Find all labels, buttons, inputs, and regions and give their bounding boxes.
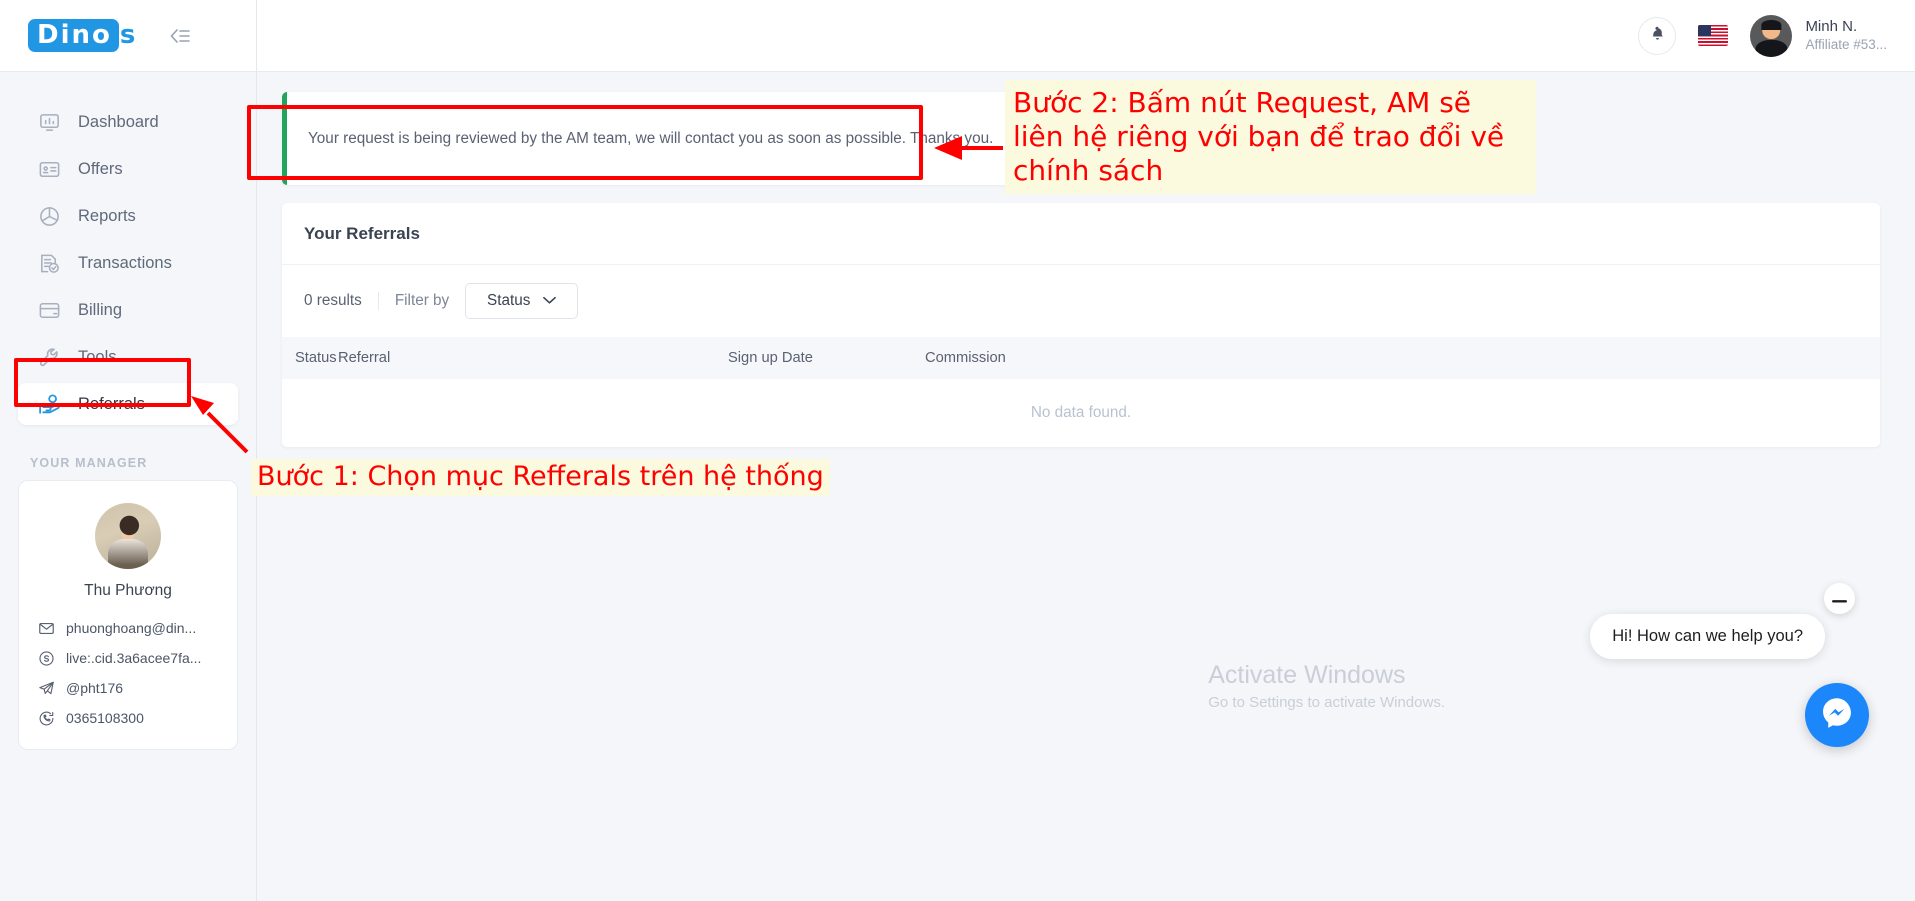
sidebar-item-offers[interactable]: Offers (18, 148, 238, 190)
messenger-icon (1818, 694, 1856, 737)
filter-bar: 0 results Filter by Status (282, 265, 1880, 337)
manager-card: Thu Phương phuonghoang@din... live:.cid.… (18, 480, 238, 750)
manager-contact-email[interactable]: phuonghoang@din... (33, 613, 223, 643)
contact-value: phuonghoang@din... (66, 620, 197, 636)
collapse-sidebar-icon[interactable] (165, 21, 195, 51)
page-title: Your Referrals (282, 203, 1880, 265)
transactions-icon (36, 250, 62, 276)
windows-activation-watermark: Activate Windows Go to Settings to activ… (1208, 661, 1445, 711)
sidebar-item-reports[interactable]: Reports (18, 195, 238, 237)
sidebar-header: Dino s (0, 0, 256, 72)
sidebar-item-billing[interactable]: Billing (18, 289, 238, 331)
status-alert-message: Your request is being reviewed by the AM… (308, 129, 994, 147)
column-header-referral: Referral (338, 350, 391, 366)
filter-by-label: Filter by (394, 292, 450, 309)
sidebar-item-referrals[interactable]: Referrals (18, 383, 238, 425)
results-count: 0 results (304, 292, 379, 310)
mail-icon (37, 619, 55, 637)
sidebar-item-label: Offers (78, 159, 123, 178)
watermark-subtitle: Go to Settings to activate Windows. (1208, 694, 1445, 711)
sidebar-item-dashboard[interactable]: Dashboard (18, 101, 238, 143)
us-flag-icon[interactable] (1698, 25, 1729, 46)
avatar (1750, 14, 1793, 57)
billing-icon (36, 297, 62, 323)
status-alert: Your request is being reviewed by the AM… (282, 92, 1137, 185)
column-header-signup-date: Sign up Date (728, 350, 813, 366)
manager-name: Thu Phương (84, 582, 172, 599)
dashboard-icon (36, 109, 62, 135)
offers-icon (36, 156, 62, 182)
chat-greeting-bubble[interactable]: Hi! How can we help you? (1590, 614, 1825, 659)
contact-value: live:.cid.3a6acee7fa... (66, 650, 202, 666)
manager-contact-whatsapp[interactable]: 0365108300 (33, 703, 223, 733)
sidebar-item-label: Tools (78, 347, 117, 366)
column-header-status: Status (295, 350, 337, 366)
minus-icon (1832, 590, 1847, 608)
chat-minimize-button[interactable] (1824, 583, 1855, 614)
watermark-title: Activate Windows (1208, 661, 1406, 689)
app-root: Dino s Dashboard Offers Reports Transact… (0, 0, 1915, 901)
whatsapp-icon (37, 709, 55, 727)
status-filter-value: Status (487, 292, 531, 309)
user-name: Minh N. (1805, 17, 1858, 35)
sidebar-item-transactions[interactable]: Transactions (18, 242, 238, 284)
sidebar-item-label: Dashboard (78, 112, 159, 131)
sidebar-item-tools[interactable]: Tools (18, 336, 238, 378)
reports-icon (36, 203, 62, 229)
manager-avatar (95, 503, 161, 569)
app-logo[interactable]: Dino s (28, 19, 135, 52)
column-header-commission: Commission (925, 350, 1006, 366)
table-empty-state: No data found. (1030, 404, 1132, 421)
sidebar-item-label: Billing (78, 300, 123, 319)
tools-icon (36, 344, 62, 370)
logo-suffix: s (119, 20, 136, 50)
status-filter-select[interactable]: Status (465, 283, 579, 319)
sidebar-item-label: Referrals (78, 394, 145, 413)
sidebar: Dino s Dashboard Offers Reports Transact… (0, 0, 257, 901)
user-affiliate-id: Affiliate #53... (1805, 37, 1887, 53)
skype-icon (37, 649, 55, 667)
chat-launcher-button[interactable] (1805, 683, 1869, 747)
manager-contact-telegram[interactable]: @pht176 (33, 673, 223, 703)
telegram-icon (37, 679, 55, 697)
topbar: Minh N. Affiliate #53... (257, 0, 1915, 72)
sidebar-item-label: Transactions (78, 253, 172, 272)
table-header: Status Referral Sign up Date Commission (282, 337, 1880, 379)
bell-icon (1649, 25, 1666, 47)
manager-section-label: YOUR MANAGER (30, 456, 148, 470)
contact-value: @pht176 (66, 680, 124, 696)
sidebar-nav: Dashboard Offers Reports Transactions Bi… (0, 72, 256, 425)
chevron-down-icon (543, 292, 557, 310)
logo-mark: Dino (28, 19, 119, 52)
contact-value: 0365108300 (66, 710, 144, 726)
user-menu[interactable]: Minh N. Affiliate #53... (1750, 14, 1887, 57)
manager-contact-skype[interactable]: live:.cid.3a6acee7fa... (33, 643, 223, 673)
sidebar-item-label: Reports (78, 206, 136, 225)
referrals-card: Your Referrals 0 results Filter by Statu… (282, 203, 1880, 447)
main-content: Your request is being reviewed by the AM… (257, 72, 1915, 901)
referrals-icon (36, 391, 62, 417)
notifications-button[interactable] (1638, 16, 1677, 55)
